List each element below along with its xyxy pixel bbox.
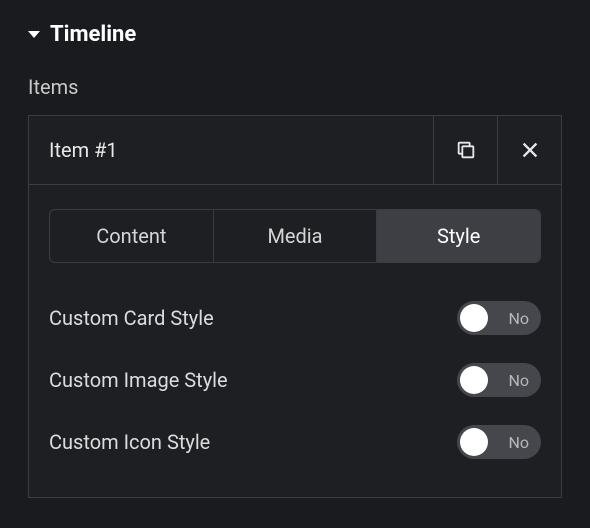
caret-down-icon — [28, 31, 40, 38]
tab-media[interactable]: Media — [214, 210, 378, 262]
section-title: Timeline — [50, 22, 136, 47]
toggle-custom-icon-style[interactable]: No — [457, 425, 541, 459]
item-title[interactable]: Item #1 — [29, 116, 433, 184]
tab-content[interactable]: Content — [50, 210, 214, 262]
toggle-label: Custom Icon Style — [49, 430, 210, 454]
toggle-label: Custom Image Style — [49, 368, 228, 392]
toggle-text: No — [508, 433, 529, 452]
toggle-knob — [460, 428, 488, 456]
toggle-row-card-style: Custom Card Style No — [49, 287, 541, 349]
copy-icon — [455, 139, 477, 161]
item-body: Content Media Style Custom Card Style No… — [29, 185, 561, 497]
tab-style[interactable]: Style — [377, 210, 540, 262]
toggle-label: Custom Card Style — [49, 306, 214, 330]
toggle-knob — [460, 366, 488, 394]
toggle-custom-card-style[interactable]: No — [457, 301, 541, 335]
duplicate-button[interactable] — [433, 116, 497, 184]
toggle-knob — [460, 304, 488, 332]
toggle-custom-image-style[interactable]: No — [457, 363, 541, 397]
toggle-row-icon-style: Custom Icon Style No — [49, 411, 541, 473]
toggle-text: No — [508, 371, 529, 390]
tabs: Content Media Style — [49, 209, 541, 263]
items-label: Items — [28, 75, 562, 99]
item-card: Item #1 Content Media Style — [28, 115, 562, 498]
section-header[interactable]: Timeline — [28, 22, 562, 47]
toggle-text: No — [508, 309, 529, 328]
toggle-row-image-style: Custom Image Style No — [49, 349, 541, 411]
close-icon — [519, 139, 541, 161]
delete-button[interactable] — [497, 116, 561, 184]
item-header: Item #1 — [29, 116, 561, 185]
